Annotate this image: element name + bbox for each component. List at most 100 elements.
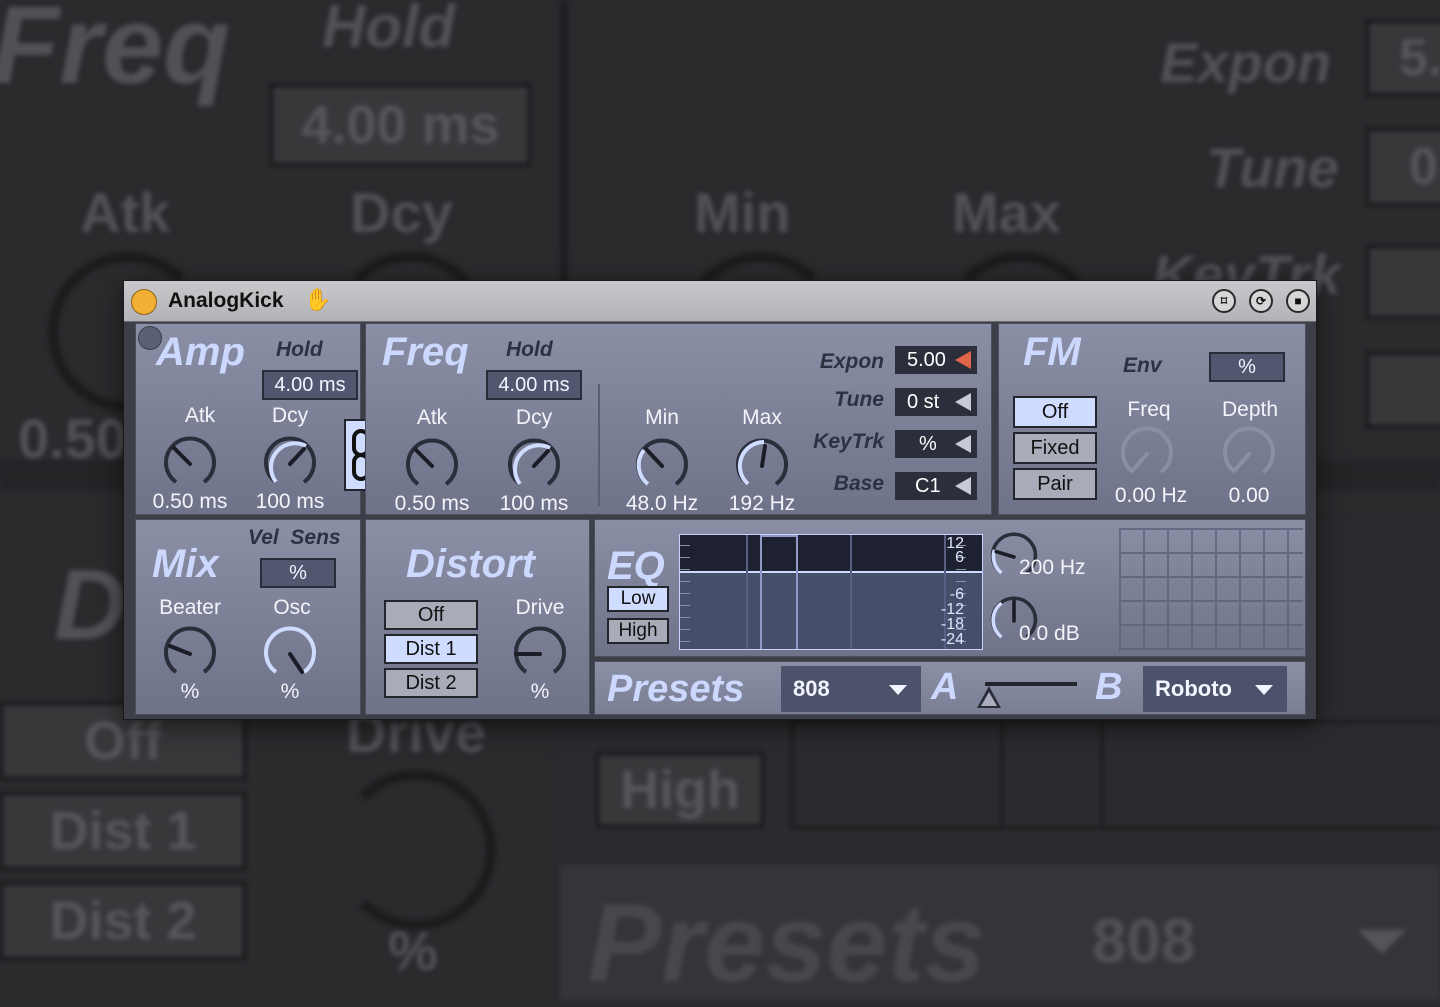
device-title-bar: AnalogKick ✋ ⌑ ⟳ ■ (124, 281, 1316, 322)
freq-tune-label: Tune (834, 388, 884, 411)
freq-atk-knob[interactable] (404, 438, 460, 494)
eq-curve-line (680, 571, 982, 573)
fm-env-value[interactable]: % (1209, 352, 1285, 382)
distort-dist2-button[interactable]: Dist 2 (384, 668, 478, 698)
freq-base-spinner[interactable]: C1 (895, 472, 977, 500)
fm-mode-fixed-button[interactable]: Fixed (1013, 432, 1097, 464)
bg-tune-value: 0 (1366, 128, 1440, 206)
mix-osc-knob[interactable] (262, 626, 318, 682)
freq-expon-spinner[interactable]: 5.00 (895, 346, 977, 374)
bg-max-label: Max (952, 181, 1061, 244)
eq-band-handle[interactable] (760, 535, 798, 649)
xy-pad[interactable] (1119, 528, 1303, 652)
eq-display[interactable]: 12 6 -6 -12 -18 -24 (679, 534, 983, 650)
mix-heading: Mix (152, 542, 219, 586)
bg-grid-line (790, 826, 1440, 830)
bg-hold-label: Hold (322, 0, 456, 60)
chevron-down-icon (1255, 685, 1273, 695)
eq-scale-minus6: -6 (949, 586, 964, 603)
freq-max-knob[interactable] (734, 438, 790, 494)
eq-low-button[interactable]: Low (607, 586, 669, 612)
amp-atk-knob[interactable] (162, 436, 218, 492)
freq-dcy-knob[interactable] (506, 438, 562, 494)
fm-freq-knob[interactable] (1119, 426, 1175, 482)
amp-atk-value: 0.50 ms (152, 490, 228, 513)
fm-freq-value: 0.00 Hz (1114, 484, 1188, 507)
triangle-left-icon (955, 477, 971, 495)
eq-scale-minus18: -18 (940, 616, 964, 633)
freq-divider (598, 384, 600, 506)
fm-freq-label: Freq (1127, 398, 1171, 421)
bg-chevron-down-icon (1358, 930, 1406, 954)
preset-b-label: B (1095, 666, 1123, 708)
freq-expon-label: Expon (819, 350, 884, 373)
hot-swap-icon[interactable]: ⟳ (1249, 289, 1273, 313)
triangle-left-icon (955, 435, 971, 453)
triangle-left-icon (955, 351, 971, 369)
bg-dist-partial: D (54, 549, 127, 661)
fm-depth-knob[interactable] (1221, 426, 1277, 482)
freq-atk-label: Atk (416, 406, 448, 429)
mix-beater-knob[interactable] (162, 626, 218, 682)
bg-freq-heading: Freq (0, 0, 231, 107)
fm-mode-off-button[interactable]: Off (1013, 396, 1097, 428)
freq-min-knob[interactable] (634, 438, 690, 494)
eq-scale-minus24: -24 (940, 631, 964, 648)
mix-section: Mix Vel Sens % Beater Osc % % (135, 519, 361, 715)
freq-base-label: Base (833, 472, 884, 495)
fm-depth-label: Depth (1221, 398, 1279, 421)
preset-b-value: Roboto (1155, 676, 1232, 701)
bg-tune-label: Tune (1206, 136, 1339, 199)
amp-dcy-value: 100 ms (255, 490, 325, 513)
device-power-button[interactable] (131, 289, 157, 315)
bg-preset-value: 808 (1092, 907, 1196, 976)
preset-b-dropdown[interactable]: Roboto (1143, 666, 1287, 712)
amp-section: Amp Hold 4.00 ms Atk Dcy 0.50 ms 100 ms (135, 323, 361, 515)
bg-drive-pct: % (388, 919, 438, 982)
distort-drive-value: % (530, 680, 550, 703)
freq-section: Freq Hold 4.00 ms Atk Dcy 0.50 ms 100 ms… (365, 323, 992, 515)
presets-section: Presets 808 A B Roboto (594, 661, 1306, 715)
distort-drive-knob[interactable] (512, 626, 568, 682)
map-icon[interactable]: ⌑ (1212, 289, 1236, 313)
preset-a-value: 808 (793, 676, 830, 701)
freq-heading: Freq (382, 330, 469, 374)
freq-tune-value: 0 st (907, 390, 940, 413)
distort-dist1-button[interactable]: Dist 1 (384, 634, 478, 664)
preset-a-dropdown[interactable]: 808 (781, 666, 921, 712)
bg-expon-label: Expon (1160, 31, 1332, 94)
amp-hold-value[interactable]: 4.00 ms (262, 370, 358, 400)
mix-osc-label: Osc (273, 596, 311, 619)
preset-a-label: A (931, 666, 959, 708)
bg-min-label: Min (694, 181, 791, 244)
save-icon[interactable]: ■ (1286, 289, 1310, 313)
freq-tune-spinner[interactable]: 0 st (895, 388, 977, 416)
amp-dcy-knob[interactable] (262, 436, 318, 492)
bg-hold-value: 4.00 ms (270, 84, 531, 166)
bg-dcy-label: Dcy (350, 181, 453, 244)
bg-expon-value: 5. (1366, 20, 1440, 96)
fm-heading: FM (1023, 330, 1081, 374)
eq-high-button[interactable]: High (607, 618, 669, 644)
freq-hold-value[interactable]: 4.00 ms (486, 370, 582, 400)
analogkick-device: AnalogKick ✋ ⌑ ⟳ ■ Amp Hold 4.00 ms Atk … (124, 281, 1316, 719)
freq-keytrk-label: KeyTrk (813, 430, 884, 453)
bg-grid-line (1100, 720, 1104, 830)
amp-heading: Amp (156, 330, 245, 374)
distort-off-button[interactable]: Off (384, 600, 478, 630)
eq-freq-value: 200 Hz (1019, 556, 1086, 579)
freq-keytrk-spinner[interactable]: % (895, 430, 977, 458)
bg-atk-label: Atk (80, 181, 171, 244)
mix-vel-sens-value[interactable]: % (260, 558, 336, 588)
freq-min-value: 48.0 Hz (625, 492, 699, 515)
freq-max-label: Max (742, 406, 782, 429)
freq-atk-value: 0.50 ms (394, 492, 470, 515)
fm-mode-pair-button[interactable]: Pair (1013, 468, 1097, 500)
bg-base-box (1366, 352, 1440, 428)
eq-gain-value: 0.0 dB (1019, 622, 1080, 645)
bg-drive-knob (336, 770, 496, 930)
freq-expon-value: 5.00 (907, 348, 946, 371)
amp-hold-label: Hold (276, 338, 323, 361)
distort-drive-label: Drive (515, 596, 565, 619)
bg-grid-line (1000, 720, 1004, 830)
